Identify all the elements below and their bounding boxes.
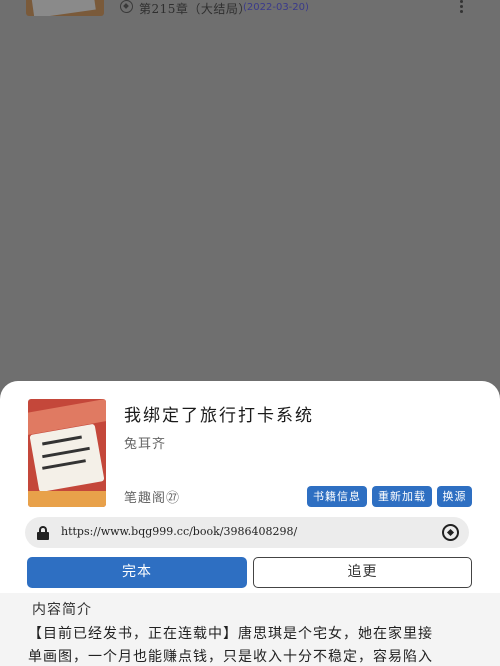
compass-icon[interactable] (442, 524, 459, 541)
intro-section: 内容简介 【目前已经发书，正在连载中】唐思琪是个宅女，她在家里接 单画图，一个月… (0, 593, 500, 666)
book-title: 我绑定了旅行打卡系统 (124, 406, 314, 426)
background-chapter-row: 第215章（大结局） (2022-03-20) (0, 0, 500, 24)
intro-line: 单画图，一个月也能赚点钱，只是收入十分不稳定，容易陷入 (28, 649, 433, 665)
background-chapter-title: 第215章（大结局） (139, 2, 251, 16)
intro-line: 【目前已经发书，正在连载中】唐思琪是个宅女，她在家里接 (28, 626, 433, 642)
lock-icon (37, 526, 49, 540)
intro-text: 【目前已经发书，正在连载中】唐思琪是个宅女，她在家里接 单画图，一个月也能赚点钱… (28, 623, 478, 666)
book-source-name: 笔趣阁㉗ (124, 491, 181, 506)
follow-updates-button[interactable]: 追更 (253, 557, 472, 588)
reload-button[interactable]: 重新加载 (372, 486, 432, 507)
change-source-button[interactable]: 换源 (437, 486, 472, 507)
background-chapter-date: (2022-03-20) (243, 2, 309, 13)
book-info-button[interactable]: 书籍信息 (307, 486, 367, 507)
book-author: 兔耳齐 (124, 437, 167, 452)
url-bar[interactable]: https://www.bqg999.cc/book/3986408298/ (25, 517, 469, 548)
book-detail-sheet: 我绑定了旅行打卡系统 兔耳齐 笔趣阁㉗ 书籍信息 重新加载 换源 https:/… (0, 381, 500, 666)
book-cover-image (28, 399, 106, 507)
finished-button[interactable]: 完本 (27, 557, 247, 588)
compass-icon (120, 0, 133, 13)
book-url[interactable]: https://www.bqg999.cc/book/3986408298/ (61, 525, 297, 538)
intro-heading: 内容简介 (32, 602, 92, 618)
background-book-thumbnail (26, 0, 104, 16)
more-vertical-icon (459, 0, 465, 14)
